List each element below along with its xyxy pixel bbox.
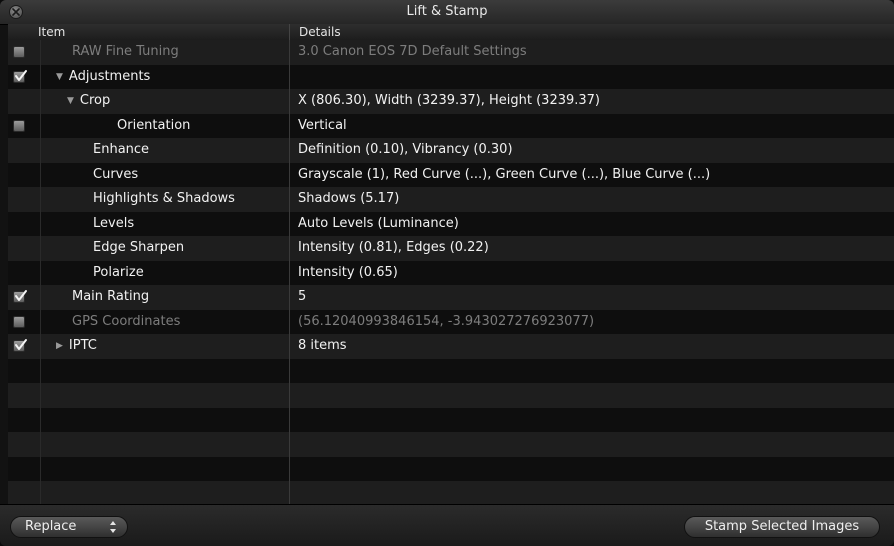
- checkbox-checked[interactable]: [13, 339, 27, 352]
- lift-stamp-window: Lift & Stamp Item Details RAW Fine Tunin…: [0, 0, 894, 546]
- row-item-label: Curves: [93, 166, 139, 182]
- checkbox-unchecked[interactable]: [13, 46, 25, 58]
- checkbox-unchecked[interactable]: [13, 315, 25, 328]
- row-item-label: RAW Fine Tuning: [72, 44, 179, 59]
- row-details: 5: [298, 289, 307, 304]
- checkmark-icon: [15, 290, 27, 301]
- table-row[interactable]: Edge Sharpen Intensity (0.81), Edges (0.2…: [8, 236, 894, 261]
- table-row[interactable]: ▼ Adjustments: [8, 64, 894, 89]
- row-item-label: Orientation: [117, 117, 191, 133]
- footer-bar: Replace Stamp Selected Images: [0, 504, 894, 546]
- row-details: Shadows (5.17): [298, 191, 400, 206]
- table-row[interactable]: Polarize Intensity (0.65): [8, 260, 894, 285]
- checkmark-icon: [15, 69, 27, 81]
- column-divider: [289, 40, 290, 504]
- column-header-item[interactable]: Item: [38, 25, 65, 39]
- row-item-label: Levels: [93, 215, 135, 231]
- triangle-right-icon[interactable]: ▶: [56, 334, 63, 358]
- triangle-down-icon[interactable]: ▼: [56, 65, 63, 89]
- row-item-label: Enhance: [93, 142, 150, 157]
- empty-row: [8, 481, 894, 504]
- table-row[interactable]: Enhance Definition (0.10), Vibrancy (0.30…: [8, 138, 894, 163]
- row-item-label: GPS Coordinates: [72, 313, 181, 329]
- row-details: Vertical: [298, 117, 347, 133]
- table-row[interactable]: GPS Coordinates (56.12040993846154, -3.94…: [8, 309, 894, 334]
- row-item-label: Adjustments: [68, 68, 151, 84]
- empty-row: [8, 432, 894, 457]
- row-details: X (806.30), Width (3239.37), Height (323…: [298, 93, 601, 108]
- row-details: Auto Levels (Luminance): [298, 215, 459, 231]
- table-row[interactable]: ▼ Crop X (806.30), Width (3239.37), Height…: [8, 89, 894, 114]
- table-row[interactable]: Main Rating 5: [8, 285, 894, 310]
- row-details: Intensity (0.81), Edges (0.22): [298, 240, 489, 255]
- row-item-label: Edge Sharpen: [93, 240, 185, 255]
- row-details: Grayscale (1), Red Curve (...), Green Cu…: [298, 166, 711, 182]
- empty-row: [8, 456, 894, 481]
- stamp-selected-images-button[interactable]: Stamp Selected Images: [684, 516, 880, 538]
- row-item-label: Highlights & Shadows: [93, 191, 235, 206]
- checkbox-column-divider: [40, 40, 41, 504]
- updown-arrows-icon: [110, 521, 116, 533]
- table-row[interactable]: Highlights & Shadows Shadows (5.17): [8, 187, 894, 212]
- window-title: Lift & Stamp: [406, 4, 488, 19]
- table-header: Item Details: [8, 24, 894, 41]
- mode-popup[interactable]: Replace: [10, 516, 128, 538]
- checkbox-checked[interactable]: [13, 290, 27, 303]
- table-row[interactable]: Curves Grayscale (1), Red Curve (...), Gr…: [8, 162, 894, 187]
- row-details: 8 items: [298, 338, 347, 353]
- table-row[interactable]: RAW Fine Tuning 3.0 Canon EOS 7D Default …: [8, 40, 894, 65]
- mode-popup-value: Replace: [25, 519, 77, 534]
- table-row[interactable]: ▶ IPTC 8 items: [8, 334, 894, 359]
- checkbox-unchecked[interactable]: [13, 119, 25, 132]
- row-item-label: Polarize: [93, 264, 144, 280]
- checkbox-checked[interactable]: [13, 69, 27, 83]
- empty-row: [8, 358, 894, 383]
- table-row[interactable]: Orientation Vertical: [8, 113, 894, 138]
- checkmark-icon: [15, 339, 27, 350]
- empty-row: [8, 383, 894, 408]
- row-item-label: Crop: [79, 93, 111, 108]
- row-item-label: IPTC: [68, 338, 97, 353]
- row-details: Definition (0.10), Vibrancy (0.30): [298, 142, 513, 157]
- empty-row: [8, 407, 894, 432]
- row-details: (56.12040993846154, -3.943027276923077): [298, 313, 595, 329]
- column-header-details[interactable]: Details: [299, 25, 341, 39]
- table-row[interactable]: Levels Auto Levels (Luminance): [8, 211, 894, 236]
- lift-table: RAW Fine Tuning 3.0 Canon EOS 7D Default …: [8, 40, 894, 504]
- title-bar[interactable]: Lift & Stamp: [0, 0, 894, 25]
- header-divider: [289, 24, 290, 40]
- row-details: Intensity (0.65): [298, 264, 398, 280]
- row-item-label: Main Rating: [72, 289, 150, 304]
- triangle-down-icon[interactable]: ▼: [67, 89, 74, 113]
- row-details: 3.0 Canon EOS 7D Default Settings: [298, 44, 527, 59]
